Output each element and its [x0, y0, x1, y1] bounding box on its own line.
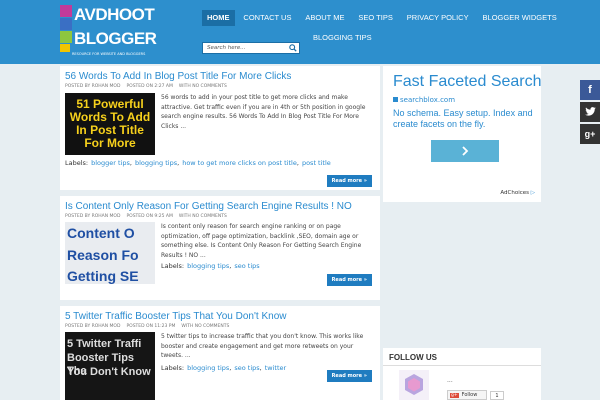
logo-square-purple: [60, 5, 72, 17]
post-title[interactable]: Is Content Only Reason For Getting Searc…: [60, 196, 380, 214]
adchoices-label: AdChoices: [500, 190, 530, 196]
ad-favicon-icon: [393, 97, 398, 102]
nav-seo-tips[interactable]: SEO TIPS: [353, 10, 397, 26]
twitter-bird-icon: [584, 107, 596, 116]
ad-open-button[interactable]: [431, 140, 499, 162]
follow-title: FOLLOW US: [389, 353, 437, 362]
label-link[interactable]: seo tips: [234, 262, 259, 270]
post-list: 56 Words To Add In Blog Post Title For M…: [60, 66, 380, 400]
read-more-button[interactable]: Read more »: [326, 175, 372, 187]
label-link[interactable]: how to get more clicks on post title: [182, 159, 297, 167]
thumb-line: Reason Fo: [67, 247, 139, 263]
read-more-button[interactable]: Read more »: [326, 274, 372, 286]
divider: [383, 365, 541, 366]
logo-tagline: RESOURCE FOR WEBSITE AND BLOGGERS: [72, 52, 146, 56]
ad-text: No schema. Easy setup. Index and create …: [393, 108, 533, 129]
post-thumbnail[interactable]: 5 Twitter Traffi Booster Tips Tha You Do…: [65, 332, 155, 400]
follow-button-label: Follow: [461, 392, 478, 398]
site-logo[interactable]: AVDHOOT BLOGGER RESOURCE FOR WEBSITE AND…: [60, 5, 185, 62]
post-thumbnail[interactable]: 51 Powerful Words To Add In Post Title F…: [65, 93, 155, 155]
nav-contact-us[interactable]: CONTACT US: [238, 10, 296, 26]
google-plus-icon[interactable]: g+: [580, 124, 600, 144]
read-more-button[interactable]: Read more »: [326, 370, 372, 382]
google-plus-icon: g+: [450, 392, 459, 398]
post-comments[interactable]: WITH NO COMMENTS: [179, 214, 227, 219]
label-link[interactable]: blogging tips: [187, 364, 229, 372]
post-date: POSTED ON 2:27 AM: [126, 84, 173, 89]
label-link[interactable]: twitter: [265, 364, 286, 372]
profile-avatar[interactable]: [399, 370, 429, 400]
labels-prefix: Labels:: [65, 159, 89, 167]
adchoices-icon: ▷: [530, 190, 535, 196]
logo-square-blue: [60, 18, 72, 30]
chevron-right-icon: [462, 146, 469, 156]
label-link[interactable]: post title: [302, 159, 331, 167]
label-link[interactable]: blogging tips: [187, 262, 229, 270]
label-link[interactable]: seo tips: [234, 364, 259, 372]
thumb-line: 5 Twitter Traffi: [67, 338, 142, 350]
nav-blogging-tips[interactable]: BLOGGING TIPS: [308, 30, 377, 46]
post-thumbnail[interactable]: Content O Reason Fo Getting SE: [65, 222, 155, 284]
thumb-line: Getting SE: [67, 268, 139, 284]
thumb-line: You Don't Know: [67, 366, 151, 378]
logo-line2: BLOGGER: [74, 29, 157, 48]
post-card: 56 Words To Add In Blog Post Title For M…: [60, 66, 380, 190]
label-link[interactable]: blogging tips: [135, 159, 177, 167]
nav-privacy-policy[interactable]: PRIVACY POLICY: [402, 10, 474, 26]
adchoices-link[interactable]: AdChoices ▷: [500, 190, 535, 196]
post-snippet: 5 twitter tips to increase traffic that …: [161, 333, 364, 359]
search-icon[interactable]: [289, 44, 297, 52]
post-labels: Labels: blogger tips, blogging tips, how…: [65, 159, 331, 167]
post-author: POSTED BY ROHAN MOD: [65, 84, 121, 89]
ad-url-text: searchblox.com: [400, 96, 456, 104]
post-comments[interactable]: WITH NO COMMENTS: [181, 324, 229, 329]
follow-more: ...: [447, 377, 453, 384]
post-snippet: 56 words to add in your post title to ge…: [161, 94, 366, 130]
post-card: Is Content Only Reason For Getting Searc…: [60, 196, 380, 300]
facebook-icon[interactable]: f: [580, 80, 600, 100]
twitter-icon[interactable]: [580, 102, 600, 122]
ad-block[interactable]: Fast Faceted Search searchblox.com No sc…: [383, 66, 542, 202]
post-comments[interactable]: WITH NO COMMENTS: [179, 84, 227, 89]
labels-prefix: Labels:: [161, 262, 185, 270]
labels-prefix: Labels:: [161, 363, 185, 372]
post-card: 5 Twitter Traffic Booster Tips That You …: [60, 306, 380, 400]
logo-square-green: [60, 31, 72, 43]
logo-line1: AVDHOOT: [74, 5, 155, 24]
ad-title[interactable]: Fast Faceted Search: [393, 73, 542, 91]
nav-home[interactable]: HOME: [202, 10, 235, 26]
post-date: POSTED ON 11:23 PM: [126, 324, 176, 329]
thumb-line: For More: [84, 136, 136, 150]
search-input[interactable]: Search here...: [202, 42, 300, 54]
post-snippet: Is content only reason for search engine…: [161, 223, 362, 259]
label-link[interactable]: blogger tips: [91, 159, 130, 167]
post-title[interactable]: 56 Words To Add In Blog Post Title For M…: [60, 66, 380, 84]
nav-about-me[interactable]: ABOUT ME: [300, 10, 349, 26]
site-header: AVDHOOT BLOGGER RESOURCE FOR WEBSITE AND…: [0, 0, 600, 64]
follower-count: 1: [490, 391, 504, 400]
post-labels: Labels: blogging tips, seo tips: [161, 262, 260, 270]
logo-square-yellow: [60, 44, 70, 52]
thumb-line: Content O: [67, 225, 135, 241]
post-author: POSTED BY ROHAN MOD: [65, 324, 121, 329]
ad-url[interactable]: searchblox.com: [393, 96, 455, 104]
post-date: POSTED ON 9:25 AM: [126, 214, 173, 219]
post-author: POSTED BY ROHAN MOD: [65, 214, 121, 219]
follow-widget: FOLLOW US ... g+ Follow 1: [383, 348, 541, 400]
post-body-right: 5 twitter tips to increase traffic that …: [155, 332, 375, 400]
nav-blogger-widgets[interactable]: BLOGGER WIDGETS: [478, 10, 562, 26]
post-title[interactable]: 5 Twitter Traffic Booster Tips That You …: [60, 306, 380, 324]
google-plus-follow-button[interactable]: g+ Follow: [447, 390, 487, 400]
